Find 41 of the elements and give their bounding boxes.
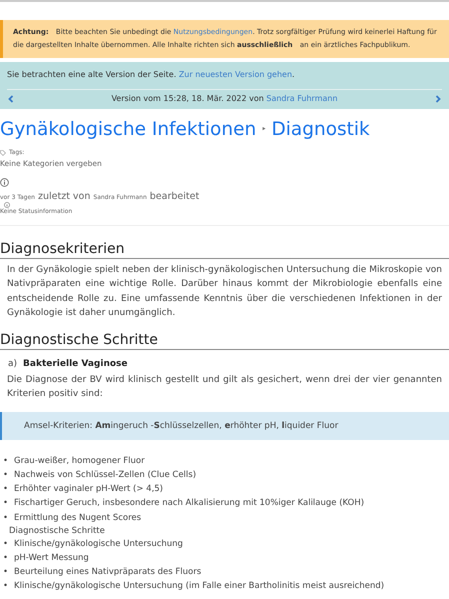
- info-icon: [0, 178, 9, 187]
- next-icon[interactable]: [434, 94, 442, 102]
- breadcrumb-parent[interactable]: Gynäkologische Infektionen: [0, 119, 256, 140]
- bullet-marker: •: [3, 497, 8, 510]
- callout-text: Amsel-Kriterien: Amingeruch -Schlüsselzellen, erhöhter pH, liquider Fluor: [24, 420, 338, 431]
- bullet-marker: •: [3, 580, 8, 594]
- version-message: Sie betrachten eine alte Version der Seite.: [7, 70, 178, 79]
- bullet-marker: •: [3, 538, 8, 551]
- period-text: .: [292, 70, 295, 79]
- paragraph: In der Gynäkologie spielt neben der klinisch-gynäkologischen Untersuchung die Mikroskopie von Nativpräparaten eine wichtige Rolle. Darüber hinaus kommt der Mikrobiologie ebenfalls eine entscheidende Rolle zu. Eine umfassende Kenntnis über die verschiedenen Infektionen in der Gynäkologie ist daher unumgänglich.: [6, 264, 443, 320]
- list-item: Erhöhter vaginaler pH-Wert (> 4,5): [14, 483, 163, 496]
- info-icon: [4, 202, 10, 208]
- section-heading: Diagnostische Schritte: [0, 332, 449, 350]
- previous-icon[interactable]: [7, 94, 15, 102]
- page-title: Diagnostik: [272, 119, 370, 140]
- bullet-marker: •: [3, 552, 8, 565]
- tag-icon: [0, 150, 6, 156]
- section-heading: Diagnosekriterien: [0, 241, 449, 259]
- list-item: Klinische/gynäkologische Untersuchung: [14, 538, 183, 551]
- list-item: Grau-weißer, homogener Fluor: [14, 454, 145, 468]
- list-item: Klinische/gynäkologische Untersuchung (im Falle einer Bartholinitis meist ausreichend): [14, 580, 384, 594]
- list-item: pH-Wert Messung: [14, 552, 89, 565]
- subsection-title: Bakterielle Vaginose: [23, 359, 128, 370]
- edited-by-label: zuletzt von: [38, 191, 90, 202]
- author-link[interactable]: Sandra Fuhrmann: [266, 94, 338, 103]
- bullet-marker: •: [3, 468, 8, 482]
- list-item: Fischartiger Geruch, insbesondere nach Alkalisierung mit 10%iger Kalilauge (KOH): [14, 497, 364, 510]
- bullet-marker: •: [3, 512, 8, 525]
- version-date: Version vom 15:28, 18. Mär. 2022 von: [111, 94, 265, 103]
- list-label: Diagnostische Schritte: [9, 526, 106, 536]
- bullet-marker: •: [3, 454, 8, 468]
- list-marker: a): [8, 359, 18, 370]
- newest-version-link[interactable]: Zur neuesten Version gehen: [178, 70, 292, 79]
- breadcrumb-separator: ‣: [261, 124, 267, 134]
- list-item: Ermittlung des Nugent Scores: [14, 512, 142, 525]
- bullet-marker: •: [3, 483, 8, 496]
- paragraph: Die Diagnose der BV wird klinisch gestellt und gilt als gesichert, wenn drei der vier genannten Kriterien positiv sind:: [6, 374, 443, 402]
- list-item: Nachweis von Schlüssel-Zellen (Clue Cells): [14, 468, 196, 482]
- list-item: Beurteilung eines Nativpräparats des Fluors: [14, 566, 202, 580]
- bullet-marker: •: [3, 566, 8, 580]
- edited-label: bearbeitet: [150, 191, 200, 202]
